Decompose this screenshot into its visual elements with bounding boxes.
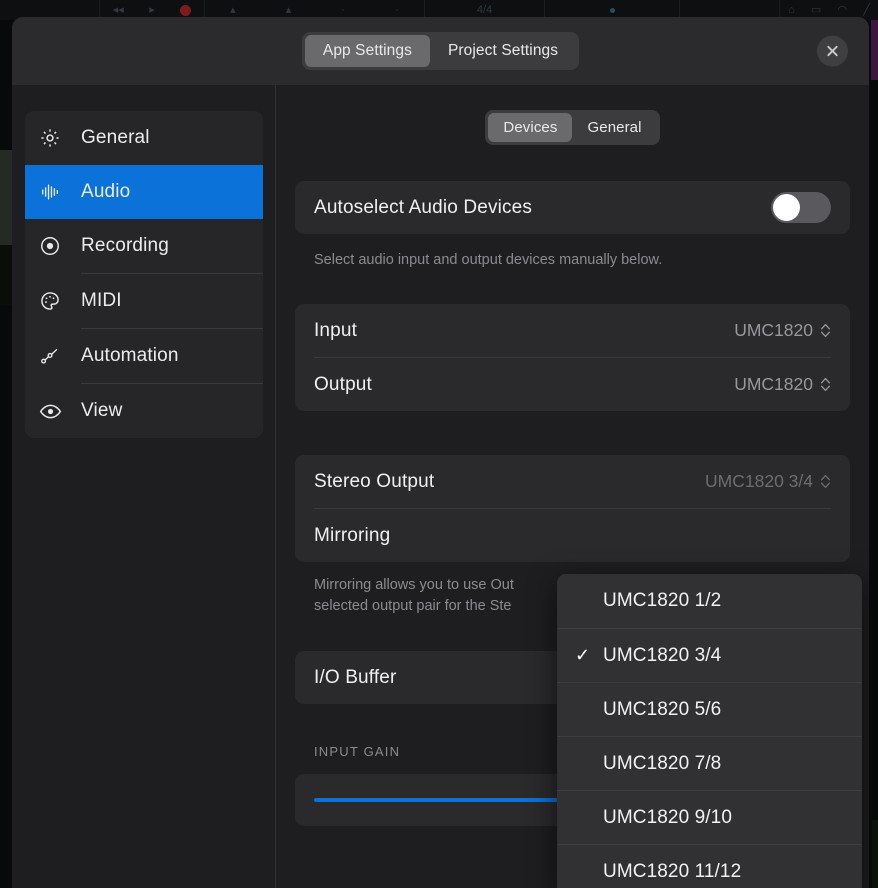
io-buffer-label: I/O Buffer	[314, 666, 397, 688]
output-label: Output	[314, 373, 372, 395]
dropdown-option-label: UMC1820 11/12	[603, 860, 742, 882]
chevron-updown-icon	[820, 473, 831, 490]
dropdown-option-label: UMC1820 3/4	[603, 644, 722, 666]
input-label: Input	[314, 319, 358, 341]
tab-project-settings[interactable]: Project Settings	[430, 35, 576, 67]
dropdown-option[interactable]: UMC1820 1/2	[557, 574, 862, 628]
dropdown-option[interactable]: UMC1820 11/12	[557, 844, 862, 888]
sidebar-item-label: View	[81, 400, 123, 421]
close-button[interactable]	[817, 35, 848, 67]
sidebar-list: General Audio Recording MIDI Automation …	[25, 111, 263, 438]
close-icon	[827, 45, 838, 57]
sidebar-item-label: Recording	[81, 235, 169, 256]
dropdown-option-label: UMC1820 5/6	[603, 698, 722, 720]
stereo-output-label: Stereo Output	[314, 470, 435, 492]
modal-header: App Settings Project Settings	[12, 17, 869, 85]
sidebar-item-label: MIDI	[81, 290, 122, 311]
check-icon: ✓	[575, 645, 591, 665]
automation-icon	[39, 343, 69, 369]
devices-panel: Input UMC1820 Output UMC1820	[295, 304, 850, 412]
autoselect-helper-text: Select audio input and output devices ma…	[314, 252, 663, 268]
dropdown-option[interactable]: UMC1820 5/6	[557, 682, 862, 736]
tab-devices[interactable]: Devices	[488, 113, 573, 142]
bg-record-dot	[180, 4, 192, 16]
stereo-output-dropdown[interactable]: UMC1820 1/2 ✓ UMC1820 3/4 UMC1820 5/6 UM…	[557, 574, 862, 888]
stereo-output-value: UMC1820 3/4	[705, 471, 813, 492]
dropdown-option[interactable]: UMC1820 7/8	[557, 736, 862, 790]
dropdown-option-label: UMC1820 1/2	[603, 590, 722, 611]
stereo-panel: Stereo Output UMC1820 3/4 Mirroring	[295, 455, 850, 563]
stereo-output-row[interactable]: Stereo Output UMC1820 3/4	[295, 455, 850, 508]
settings-sidebar: General Audio Recording MIDI Automation …	[12, 85, 276, 888]
autoselect-row[interactable]: Autoselect Audio Devices	[295, 181, 850, 234]
settings-modal: App Settings Project Settings General Au…	[12, 17, 869, 888]
mirroring-row[interactable]: Mirroring	[295, 509, 850, 562]
sidebar-item-label: Audio	[81, 181, 131, 202]
settings-scope-tabs: App Settings Project Settings	[301, 32, 580, 70]
record-icon	[39, 233, 69, 259]
sidebar-item-recording[interactable]: Recording	[25, 219, 263, 273]
audio-subtabs-wrap: Devices General	[276, 110, 869, 145]
sidebar-item-general[interactable]: General	[25, 111, 263, 165]
dropdown-option[interactable]: UMC1820 9/10	[557, 790, 862, 844]
sidebar-item-label: General	[81, 127, 150, 148]
eye-icon	[39, 398, 69, 424]
input-value-group: UMC1820	[734, 320, 831, 341]
stereo-output-value-group: UMC1820 3/4	[705, 471, 831, 492]
gear-icon	[39, 125, 69, 151]
autoselect-label: Autoselect Audio Devices	[314, 196, 532, 218]
sidebar-item-audio[interactable]: Audio	[25, 165, 263, 219]
output-value: UMC1820	[734, 374, 813, 395]
tab-app-settings[interactable]: App Settings	[304, 35, 430, 67]
sidebar-item-midi[interactable]: MIDI	[25, 274, 263, 328]
output-value-group: UMC1820	[734, 374, 831, 395]
bg-right-color-strip	[871, 20, 878, 80]
output-device-row[interactable]: Output UMC1820	[295, 358, 850, 411]
chevron-updown-icon	[820, 322, 831, 339]
bg-right-edge	[872, 820, 878, 888]
sidebar-item-automation[interactable]: Automation	[25, 329, 263, 383]
chevron-updown-icon	[820, 376, 831, 393]
dropdown-option-label: UMC1820 9/10	[603, 806, 732, 828]
sidebar-item-label: Automation	[81, 345, 179, 366]
dropdown-option-label: UMC1820 7/8	[603, 752, 722, 774]
mirroring-label: Mirroring	[314, 524, 391, 546]
input-value: UMC1820	[734, 320, 813, 341]
waveform-icon	[39, 179, 69, 205]
dropdown-option-selected[interactable]: ✓ UMC1820 3/4	[557, 628, 862, 682]
bg-meter-dot	[609, 7, 615, 13]
bg-right-area	[871, 80, 878, 888]
audio-subtabs: Devices General	[485, 110, 660, 145]
autoselect-panel: Autoselect Audio Devices	[295, 181, 850, 234]
sidebar-item-view[interactable]: View	[25, 384, 263, 438]
toggle-knob	[773, 194, 800, 221]
midi-icon	[39, 288, 69, 314]
tab-general[interactable]: General	[572, 113, 656, 142]
input-device-row[interactable]: Input UMC1820	[295, 304, 850, 357]
autoselect-toggle[interactable]	[771, 192, 831, 223]
